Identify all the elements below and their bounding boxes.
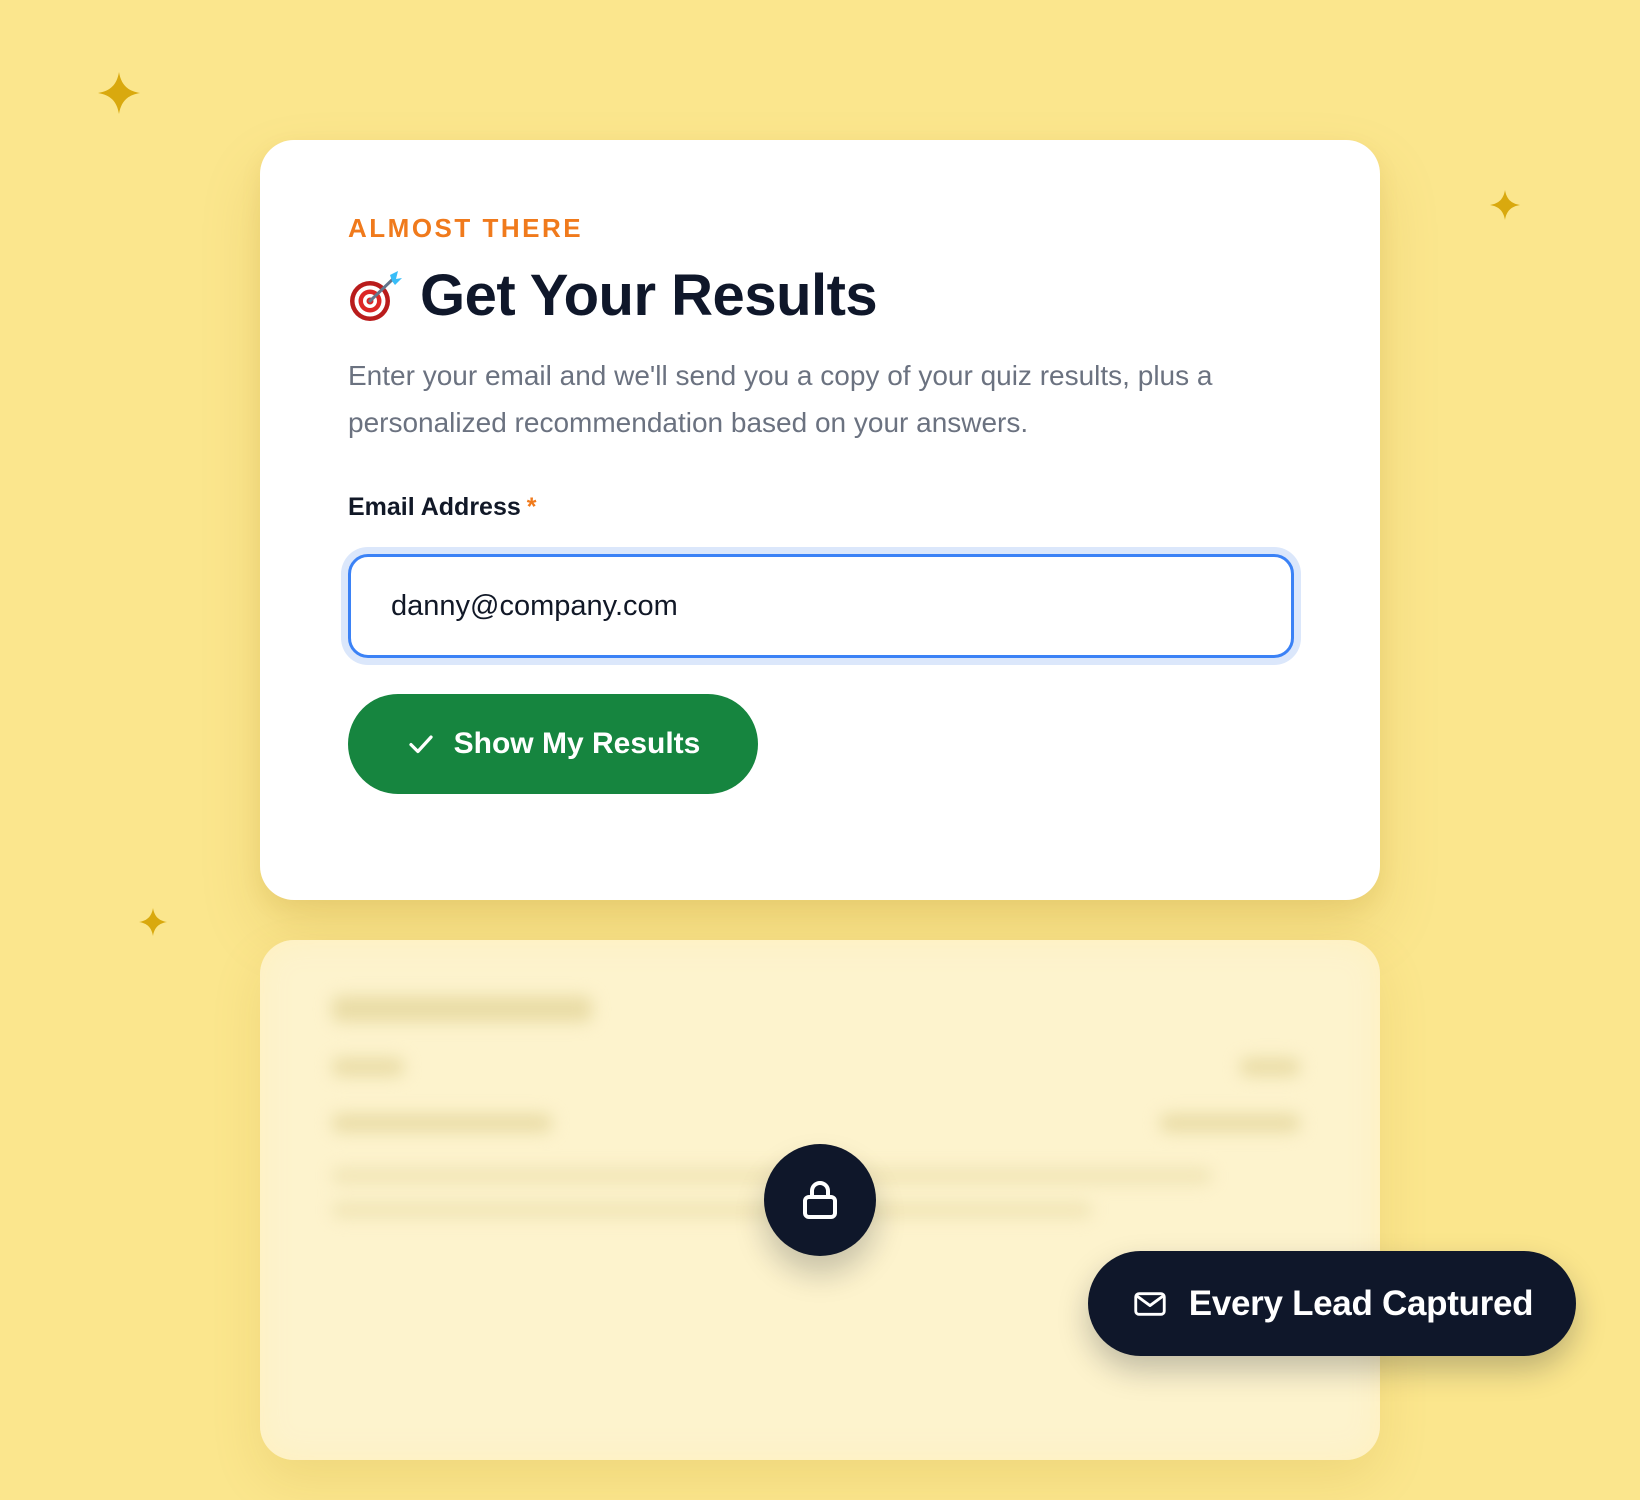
every-lead-captured-badge: Every Lead Captured: [1088, 1251, 1576, 1356]
sparkle-icon: [139, 908, 167, 936]
required-marker: *: [526, 493, 537, 521]
badge-label: Every Lead Captured: [1188, 1283, 1534, 1323]
blurred-line: [332, 1058, 404, 1076]
mail-icon: [1134, 1291, 1166, 1316]
email-input[interactable]: [389, 588, 1253, 624]
check-icon: [409, 735, 433, 754]
blurred-line: [1160, 1114, 1300, 1132]
show-results-button[interactable]: Show My Results: [348, 694, 758, 794]
email-label-row: Email Address *: [348, 490, 1292, 524]
eyebrow-label: ALMOST THERE: [348, 213, 584, 243]
lock-icon: [803, 1181, 837, 1219]
lead-capture-card: ALMOST THERE Get Your Results Enter your…: [260, 140, 1380, 900]
description-text: Enter your email and we'll send you a co…: [348, 360, 1213, 438]
email-field-wrapper: [348, 554, 1294, 658]
show-results-label: Show My Results: [453, 727, 701, 760]
sparkle-icon: [1490, 190, 1520, 220]
blurred-line: [332, 1202, 1092, 1218]
blurred-line: [332, 1114, 552, 1132]
blurred-line: [332, 996, 592, 1022]
page-title: Get Your Results: [420, 263, 878, 328]
title-row: Get Your Results: [348, 262, 1292, 330]
blurred-line: [1240, 1058, 1300, 1076]
sparkle-icon: [98, 72, 140, 114]
lock-button[interactable]: [764, 1144, 876, 1256]
target-dart-icon: [350, 271, 402, 321]
email-label: Email Address: [348, 493, 521, 521]
